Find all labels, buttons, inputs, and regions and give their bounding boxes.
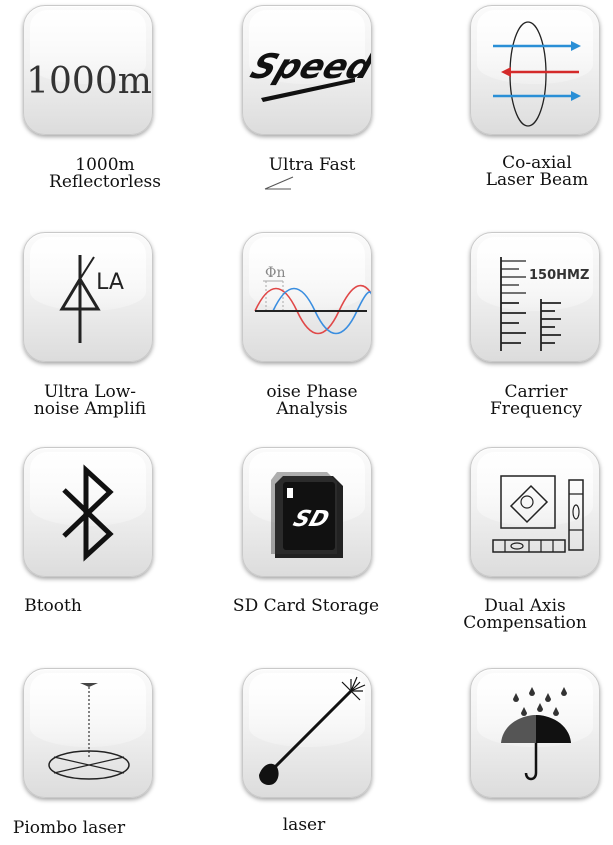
dual-axis-level-icon [492,475,584,553]
caption-amplifier: Ultra Low-noise Amplifi [33,382,147,419]
tile-1000m: 1000m [23,5,153,135]
icon-frequency-text: 150HMZ [529,268,589,283]
coaxial-laser-beam-icon [493,21,581,127]
icon-phase-text: Φn [265,265,286,281]
caption-dual-axis: Dual Axis Compensation [463,596,587,633]
speed-icon: Speed [245,47,371,102]
tile-bluetooth [23,447,153,577]
amplifier-icon: LA [59,255,124,343]
caption-ultra-fast: Ultra Fast [268,155,356,175]
tile-phase: Φn [242,232,372,362]
tile-dual-axis [470,447,600,577]
caption-1000m: 1000m Reflectorless [49,155,161,192]
tile-speed: Speed [242,5,372,135]
phase-wave-icon: Φn [254,265,371,335]
icon-1000m-text: 1000m [26,61,152,102]
tile-frequency: 150HMZ [470,232,600,362]
tile-amplifier: LA [23,232,153,362]
tile-laser [242,668,372,798]
laser-pointer-icon [259,676,366,785]
caption-phase: oise Phase Analysis [266,382,358,419]
plumb-laser-icon [48,683,130,780]
sd-card-icon: SD [271,472,343,558]
caption-frequency: Carrier Frequency [490,382,582,419]
tile-coaxial [470,5,600,135]
caption-mark-icon [264,176,294,190]
caption-plumb: Piombo laser [12,818,126,838]
tile-plumb [23,668,153,798]
bluetooth-icon [62,464,114,562]
rain-umbrella-icon [501,687,571,781]
caption-sd-card: SD Card Storage [232,596,380,616]
tile-sd-card: SD [242,447,372,577]
icon-la-text: LA [96,270,124,295]
distance-1000m-icon: 1000m [26,61,152,102]
tile-rain [470,668,600,798]
frequency-scale-icon: 150HMZ [500,257,589,351]
caption-coaxial: Co-axial Laser Beam [485,153,589,190]
caption-laser: laser [282,815,326,835]
caption-bluetooth: Btooth [24,596,82,616]
